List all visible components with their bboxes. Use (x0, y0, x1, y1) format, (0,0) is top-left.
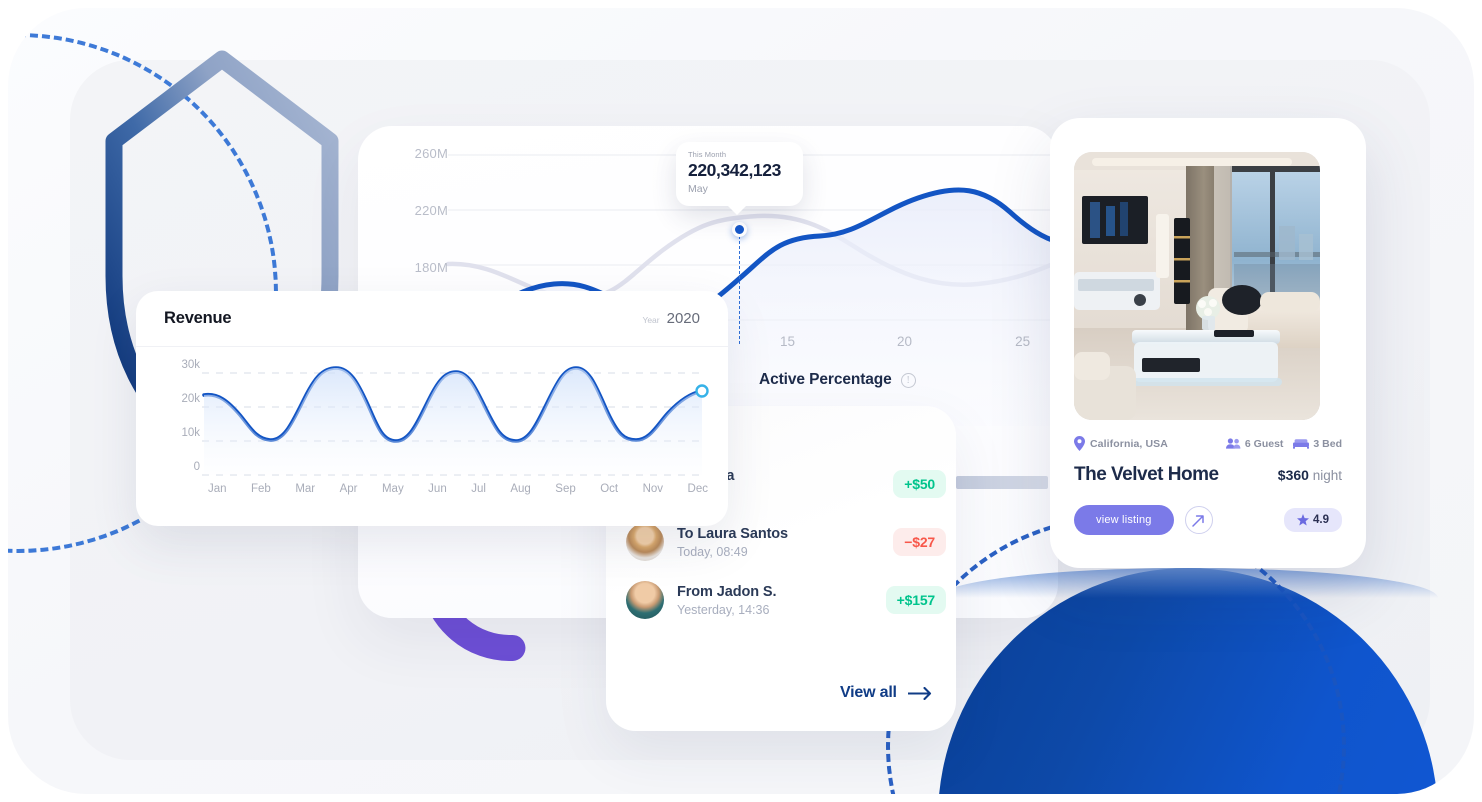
transaction-amount: +$50 (893, 470, 946, 498)
active-percentage-label: Active Percentage (759, 371, 892, 388)
x-tick: Sep (555, 483, 576, 495)
property-price-unit: night (1312, 468, 1342, 483)
x-tick: 15 (780, 334, 796, 349)
revenue-x-axis: Jan Feb Mar Apr May Jun Jul Aug Sep Oct … (208, 483, 708, 495)
property-meta-row: California, USA 6 Guest 3 Bed (1074, 436, 1342, 451)
y-tick: 20k (181, 393, 200, 405)
x-tick: Oct (600, 483, 619, 495)
property-specs: 6 Guest 3 Bed (1225, 437, 1342, 450)
revenue-year-label: Year (642, 315, 660, 325)
y-tick: 180M (414, 260, 448, 275)
tooltip-value: 220,342,123 (688, 160, 781, 180)
x-tick: Jul (471, 483, 486, 495)
screenshot-stage: 260M 220M 180M 15 20 25 This Month 220,3… (0, 0, 1482, 802)
chart-guide-line (739, 236, 740, 344)
open-external-button[interactable] (1184, 506, 1213, 534)
revenue-year-value: 2020 (666, 310, 700, 327)
y-tick: 0 (193, 461, 200, 473)
view-all-label: View all (840, 684, 897, 701)
revenue-card: Revenue Year 2020 30k 20k 10k 0 Jan Feb … (136, 291, 728, 526)
canvas-background: 260M 220M 180M 15 20 25 This Month 220,3… (8, 8, 1474, 794)
transaction-amount: −$27 (893, 528, 946, 556)
x-tick: Dec (687, 483, 708, 495)
y-tick: 220M (414, 203, 448, 218)
chart-data-point[interactable] (732, 222, 747, 237)
x-tick: Nov (642, 483, 664, 495)
transaction-amount: +$157 (885, 586, 946, 614)
placeholder-bar (956, 476, 1048, 489)
chart-tooltip: This Month 220,342,123 May (676, 142, 803, 215)
bed-icon (1293, 439, 1310, 449)
revenue-year-selector[interactable]: Year 2020 (642, 310, 700, 327)
property-location-label: California, USA (1090, 437, 1168, 450)
table-row[interactable]: From Jadon S. Yesterday, 14:36 +$157 (626, 572, 946, 628)
y-tick: 30k (181, 359, 200, 371)
property-title-row: The Velvet Home $360 night (1074, 464, 1342, 486)
rating-value: 4.9 (1313, 514, 1329, 526)
transaction-name: To Laura Santos (677, 525, 789, 542)
property-location: California, USA (1074, 436, 1168, 451)
x-tick: 25 (1015, 334, 1031, 349)
arrow-right-icon (907, 686, 931, 700)
property-card: California, USA 6 Guest 3 Bed The Velvet… (1050, 118, 1366, 568)
revenue-title: Revenue (164, 309, 232, 327)
revenue-header: Revenue Year 2020 (136, 291, 728, 347)
property-price: $360 night (1278, 467, 1342, 483)
revenue-chart (202, 366, 709, 476)
arrow-up-right-icon (1192, 514, 1204, 527)
transaction-name: From Jadon S. (677, 583, 777, 600)
x-tick: Aug (510, 483, 531, 495)
x-tick: May (381, 483, 404, 495)
property-title: The Velvet Home (1074, 464, 1219, 485)
x-tick: Feb (251, 483, 271, 495)
tooltip-label: This Month (688, 150, 727, 159)
avatar (626, 523, 664, 561)
y-tick: 260M (414, 146, 448, 161)
revenue-y-axis: 30k 20k 10k 0 (158, 359, 200, 495)
people-icon (1225, 438, 1241, 449)
x-tick: Jan (208, 483, 227, 495)
status-badge: 4.9 (1284, 508, 1342, 532)
property-photo (1074, 152, 1320, 420)
property-beds-label: 3 Bed (1313, 437, 1342, 450)
property-actions: view listing 4.9 (1074, 505, 1342, 535)
view-all-button[interactable]: View all (840, 684, 934, 702)
y-tick: 10k (181, 427, 200, 439)
x-tick: Jun (428, 483, 447, 495)
x-tick: Mar (295, 483, 316, 495)
map-pin-icon (1074, 436, 1085, 451)
avatar (626, 581, 664, 619)
property-price-value: $360 (1277, 467, 1309, 483)
property-beds: 3 Bed (1293, 438, 1342, 450)
tooltip-month: May (688, 183, 708, 195)
view-listing-button[interactable]: view listing (1074, 505, 1174, 535)
transaction-time: Yesterday, 14:36 (677, 602, 770, 617)
transaction-time: Today, 08:49 (677, 544, 748, 559)
active-percentage-heading: Active Percentage ! (759, 371, 916, 389)
x-tick: 20 (897, 334, 913, 349)
property-guests-label: 6 Guest (1244, 437, 1284, 450)
info-icon[interactable]: ! (900, 372, 916, 388)
property-guests: 6 Guest (1225, 437, 1284, 450)
star-icon (1297, 514, 1309, 526)
x-tick: Apr (339, 483, 358, 495)
